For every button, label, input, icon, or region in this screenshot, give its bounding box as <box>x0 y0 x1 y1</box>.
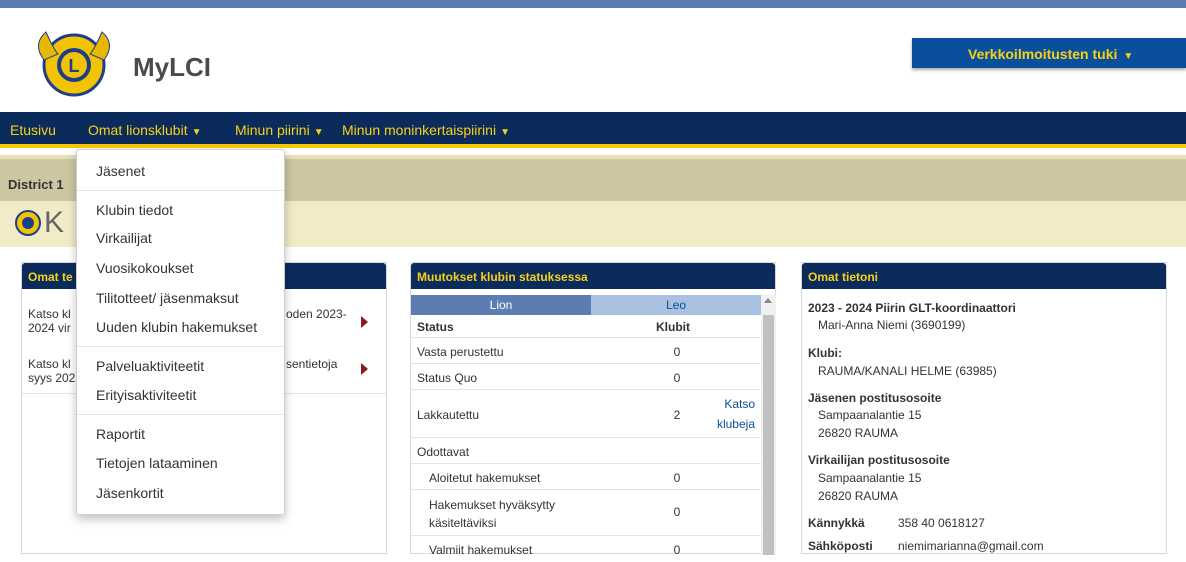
support-label: Verkkoilmoitusten tuki <box>968 46 1118 62</box>
menu-item-virkailijat[interactable]: Virkailijat <box>96 230 152 246</box>
tab-leo[interactable]: Leo <box>591 295 761 315</box>
app-title: MyLCI <box>133 52 211 82</box>
tab-lion[interactable]: Lion <box>411 295 591 315</box>
email-value[interactable]: niemimarianna@gmail.com <box>898 539 1044 553</box>
nav-minun-moninkertaispiirini[interactable]: Minun moninkertaispiirini ▼ <box>342 122 510 138</box>
chevron-down-icon: ▼ <box>191 127 202 138</box>
table-row: Lakkautettu 2 Katso klubeja <box>411 390 761 438</box>
table-header: Status Klubit <box>411 316 761 338</box>
lions-logo[interactable]: L <box>28 24 120 106</box>
panel-my-info: Omat tietoni 2023 - 2024 Piirin GLT-koor… <box>801 262 1167 554</box>
phone-value: 358 40 0618127 <box>898 516 985 530</box>
svg-text:L: L <box>69 56 80 76</box>
table-row: Aloitetut hakemukset 0 <box>411 464 761 490</box>
menu-item-klubin-tiedot[interactable]: Klubin tiedot <box>96 202 173 218</box>
table-row: Vasta perustettu 0 <box>411 338 761 364</box>
table-row: Hakemukset hyväksytty käsiteltäviksi 0 <box>411 490 761 536</box>
menu-item-erityisaktiviteetit[interactable]: Erityisaktiviteetit <box>96 387 196 403</box>
table-row: Status Quo 0 <box>411 364 761 390</box>
status-tabs: Lion Leo <box>411 295 761 315</box>
menu-item-palveluaktiviteetit[interactable]: Palveluaktiviteetit <box>96 358 204 374</box>
scroll-thumb[interactable] <box>763 315 774 555</box>
menu-item-tietojen-lataaminen[interactable]: Tietojen lataaminen <box>96 455 218 471</box>
scroll-up-arrow-icon[interactable] <box>764 298 772 303</box>
member-address-line2: 26820 RAUMA <box>818 426 899 440</box>
officer-address-line1: Sampaanalantie 15 <box>818 471 922 485</box>
nav-etusivu[interactable]: Etusivu <box>10 122 56 138</box>
menu-item-tilitotteet[interactable]: Tilitotteet/ jäsenmaksut <box>96 290 239 306</box>
view-clubs-link[interactable]: Katso klubeja <box>709 394 755 434</box>
officer-address-line2: 26820 RAUMA <box>818 489 899 503</box>
lions-emblem-icon <box>15 210 41 236</box>
scrollbar[interactable] <box>761 295 776 555</box>
officer-address-label: Virkailijan postitusosoite <box>808 453 950 467</box>
district-label: District 1 <box>8 177 64 192</box>
member-name: Mari-Anna Niemi (3690199) <box>818 318 966 332</box>
role: 2023 - 2024 Piirin GLT-koordinaattori <box>808 301 1016 315</box>
menu-item-vuosikokoukset[interactable]: Vuosikokoukset <box>96 260 194 276</box>
page-title: K <box>44 206 65 239</box>
chevron-down-icon: ▼ <box>1123 51 1134 62</box>
panel-title: Muutokset klubin statuksessa <box>411 263 775 289</box>
email-label: Sähköposti <box>808 539 873 553</box>
chevron-right-icon[interactable] <box>361 316 368 328</box>
menu-divider <box>77 414 284 415</box>
member-address-line1: Sampaanalantie 15 <box>818 408 922 422</box>
support-menu-button[interactable]: Verkkoilmoitusten tuki ▼ <box>912 38 1186 68</box>
main-nav: Etusivu Omat lionsklubit ▼ Minun piirini ▼… <box>0 112 1186 148</box>
menu-item-jasenkortit[interactable]: Jäsenkortit <box>96 485 164 501</box>
table-row: Odottavat <box>411 438 761 464</box>
member-address-label: Jäsenen postitusosoite <box>808 391 942 405</box>
panel-title: Omat tietoni <box>802 263 1166 289</box>
panel-club-status: Muutokset klubin statuksessa Lion Leo St… <box>410 262 776 557</box>
menu-item-uuden-klubin-hakemukset[interactable]: Uuden klubin hakemukset <box>96 319 257 335</box>
chevron-down-icon: ▼ <box>500 127 510 138</box>
club-name: RAUMA/KANALI HELME (63985) <box>818 364 997 378</box>
phone-label: Kännykkä <box>808 516 865 530</box>
nav-omat-lionsklubit[interactable]: Omat lionsklubit ▼ <box>88 122 202 138</box>
menu-item-raportit[interactable]: Raportit <box>96 426 145 442</box>
menu-divider <box>77 346 284 347</box>
chevron-down-icon: ▼ <box>313 127 324 138</box>
top-stripe <box>0 0 1186 8</box>
menu-divider <box>77 190 284 191</box>
chevron-right-icon[interactable] <box>361 363 368 375</box>
table-row: Valmiit hakemukset 0 <box>429 543 681 557</box>
header: L MyLCI Verkkoilmoitusten tuki ▼ <box>0 8 1186 112</box>
nav-minun-piirini[interactable]: Minun piirini ▼ <box>235 122 324 138</box>
club-label: Klubi: <box>808 346 842 360</box>
menu-item-jasenet[interactable]: Jäsenet <box>96 163 145 179</box>
clubs-dropdown-menu: Jäsenet Klubin tiedot Virkailijat Vuosik… <box>76 149 285 515</box>
